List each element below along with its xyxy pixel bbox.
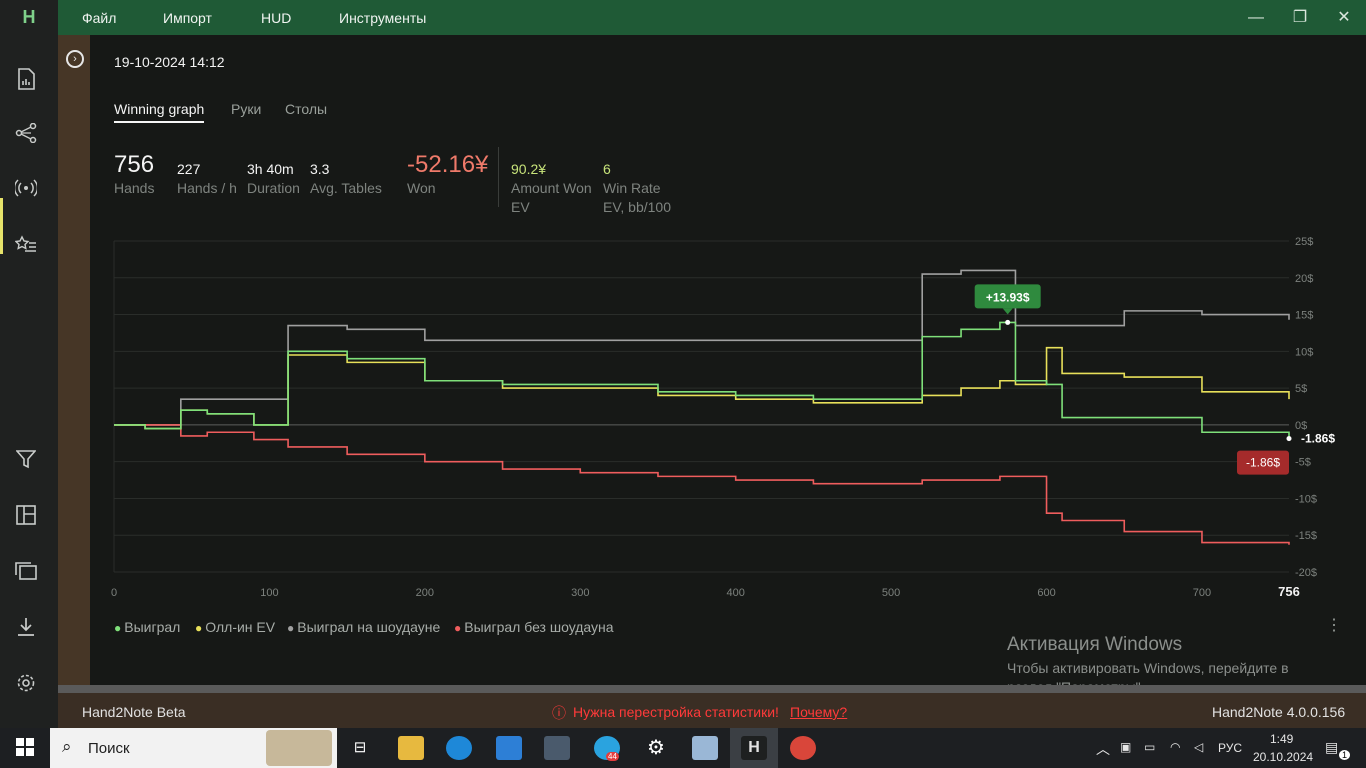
y-tick-label: 10$ xyxy=(1295,346,1313,358)
x-tick-label: 300 xyxy=(571,587,589,599)
settings-gear-icon[interactable] xyxy=(15,673,37,695)
session-panel: 19-10-2024 14:12 Winning graph Руки Стол… xyxy=(90,35,1366,685)
task-view-icon[interactable]: ⊟ xyxy=(347,736,373,760)
starred-list-icon[interactable] xyxy=(14,235,37,257)
clock-time[interactable]: 1:49 xyxy=(1270,732,1293,746)
sidebar xyxy=(0,35,58,728)
legend-allin-ev[interactable]: ● Олл-ин EV xyxy=(195,619,275,635)
menu-file[interactable]: Файл xyxy=(82,10,116,26)
legend-won[interactable]: ● Выиграл xyxy=(114,619,180,635)
menu-bar: Файл Импорт HUD Инструменты — ❐ ✕ xyxy=(58,0,1366,35)
y-tick-label: -15$ xyxy=(1295,530,1317,542)
restore-icon[interactable]: ❐ xyxy=(1288,6,1312,30)
x-tick-label: 200 xyxy=(416,587,434,599)
windows-stack-icon[interactable] xyxy=(15,561,37,583)
end-green-label: -1.86$ xyxy=(1301,432,1335,446)
y-tick-label: 5$ xyxy=(1295,383,1307,395)
status-bar: Hand2Note Beta ⓘ Нужна перестройка стати… xyxy=(58,693,1366,728)
peak-label: +13.93$ xyxy=(986,290,1030,304)
notification-count: 1 xyxy=(1339,750,1351,760)
calculator-icon[interactable] xyxy=(544,736,570,760)
y-tick-label: 20$ xyxy=(1295,273,1313,285)
language-indicator[interactable]: РУС xyxy=(1218,741,1242,755)
collapsed-panel-strip: › xyxy=(58,35,90,685)
why-link[interactable]: Почему? xyxy=(790,704,847,720)
download-icon[interactable] xyxy=(15,617,37,639)
chrome-icon[interactable] xyxy=(790,736,816,760)
rebuild-warning-text: Нужна перестройка статистики! xyxy=(573,704,779,720)
app-logo-icon: H xyxy=(0,0,58,35)
mail-icon[interactable] xyxy=(496,736,522,760)
peak-point xyxy=(1005,319,1011,325)
volume-icon[interactable]: ◁ xyxy=(1194,740,1203,754)
minimize-icon[interactable]: — xyxy=(1244,6,1268,30)
close-icon[interactable]: ✕ xyxy=(1332,6,1356,30)
telegram-badge: 44 xyxy=(606,752,619,761)
menu-import[interactable]: Импорт xyxy=(163,10,212,26)
menu-tools[interactable]: Инструменты xyxy=(339,10,426,26)
wifi-icon[interactable]: ◠ xyxy=(1170,740,1180,754)
sidebar-active-indicator xyxy=(0,198,3,254)
notifications-icon[interactable]: ▤ xyxy=(1325,739,1338,756)
app-window: H Файл Импорт HUD Инструменты — ❐ ✕ › 19… xyxy=(0,0,1366,728)
peak-callout-pointer xyxy=(1002,308,1013,315)
x-tick-label: 600 xyxy=(1037,587,1055,599)
settings-icon[interactable]: ⚙ xyxy=(643,736,669,760)
tray-power-icon[interactable]: ▭ xyxy=(1144,740,1155,754)
winning-graph-chart[interactable]: 25$ 20$ 15$ 10$ 5$ 0$ -5$ -10$ -15$ -20$ 0 100 200 30… xyxy=(90,35,1366,615)
photos-icon[interactable] xyxy=(692,736,718,760)
x-tick-label: 100 xyxy=(260,587,278,599)
windows-start-icon[interactable] xyxy=(16,738,34,761)
search-icon: ⌕ xyxy=(62,737,72,756)
clock-date[interactable]: 20.10.2024 xyxy=(1253,750,1313,764)
app-name-label: Hand2Note Beta xyxy=(82,704,186,720)
search-highlight-image xyxy=(266,730,332,766)
tray-camera-icon[interactable]: ▣ xyxy=(1120,740,1131,754)
y-tick-label: -5$ xyxy=(1295,457,1311,469)
live-broadcast-icon[interactable] xyxy=(13,179,39,201)
version-label: Hand2Note 4.0.0.156 xyxy=(1212,704,1346,720)
legend-won-showdown[interactable]: ● Выиграл на шоудауне xyxy=(287,619,440,635)
edge-browser-icon[interactable] xyxy=(446,736,472,760)
legend-won-no-showdown[interactable]: ● Выиграл без шоудауна xyxy=(454,619,614,635)
windows-taskbar: ⌕ Поиск ⊟ 44 ⚙ H ︿ ▣ ▭ ◠ ◁ РУС 1:49 20.1… xyxy=(0,728,1366,768)
layout-icon[interactable] xyxy=(15,505,37,527)
file-explorer-icon[interactable] xyxy=(398,736,424,760)
more-options-icon[interactable]: ⋮ xyxy=(1326,615,1342,635)
x-tick-label: 400 xyxy=(727,587,745,599)
expand-arrow-icon[interactable]: › xyxy=(66,50,84,68)
share-nodes-icon[interactable] xyxy=(15,122,37,145)
search-placeholder: Поиск xyxy=(88,740,130,757)
end-point xyxy=(1286,436,1292,442)
reports-icon[interactable] xyxy=(15,68,37,90)
horizontal-scrollbar[interactable] xyxy=(58,685,1366,693)
series-line-2 xyxy=(114,269,1290,426)
hand2note-icon: H xyxy=(741,736,767,760)
end-red-label: -1.86$ xyxy=(1246,456,1280,470)
y-tick-label: -10$ xyxy=(1295,493,1317,505)
x-tick-label: 700 xyxy=(1193,587,1211,599)
filter-icon[interactable] xyxy=(15,449,37,471)
y-tick-label: 0$ xyxy=(1295,420,1307,432)
x-tick-label: 0 xyxy=(111,587,117,599)
menu-hud[interactable]: HUD xyxy=(261,10,291,26)
y-tick-label: -20$ xyxy=(1295,567,1317,579)
tray-chevron-icon[interactable]: ︿ xyxy=(1096,739,1110,759)
y-tick-label: 15$ xyxy=(1295,310,1313,322)
y-tick-label: 25$ xyxy=(1295,236,1313,248)
x-tick-label: 500 xyxy=(882,587,900,599)
taskbar-search-input[interactable]: ⌕ Поиск xyxy=(50,728,337,768)
x-end-label: 756 xyxy=(1278,584,1300,599)
series-line-3 xyxy=(114,424,1290,545)
warning-icon: ⓘ xyxy=(552,705,566,721)
